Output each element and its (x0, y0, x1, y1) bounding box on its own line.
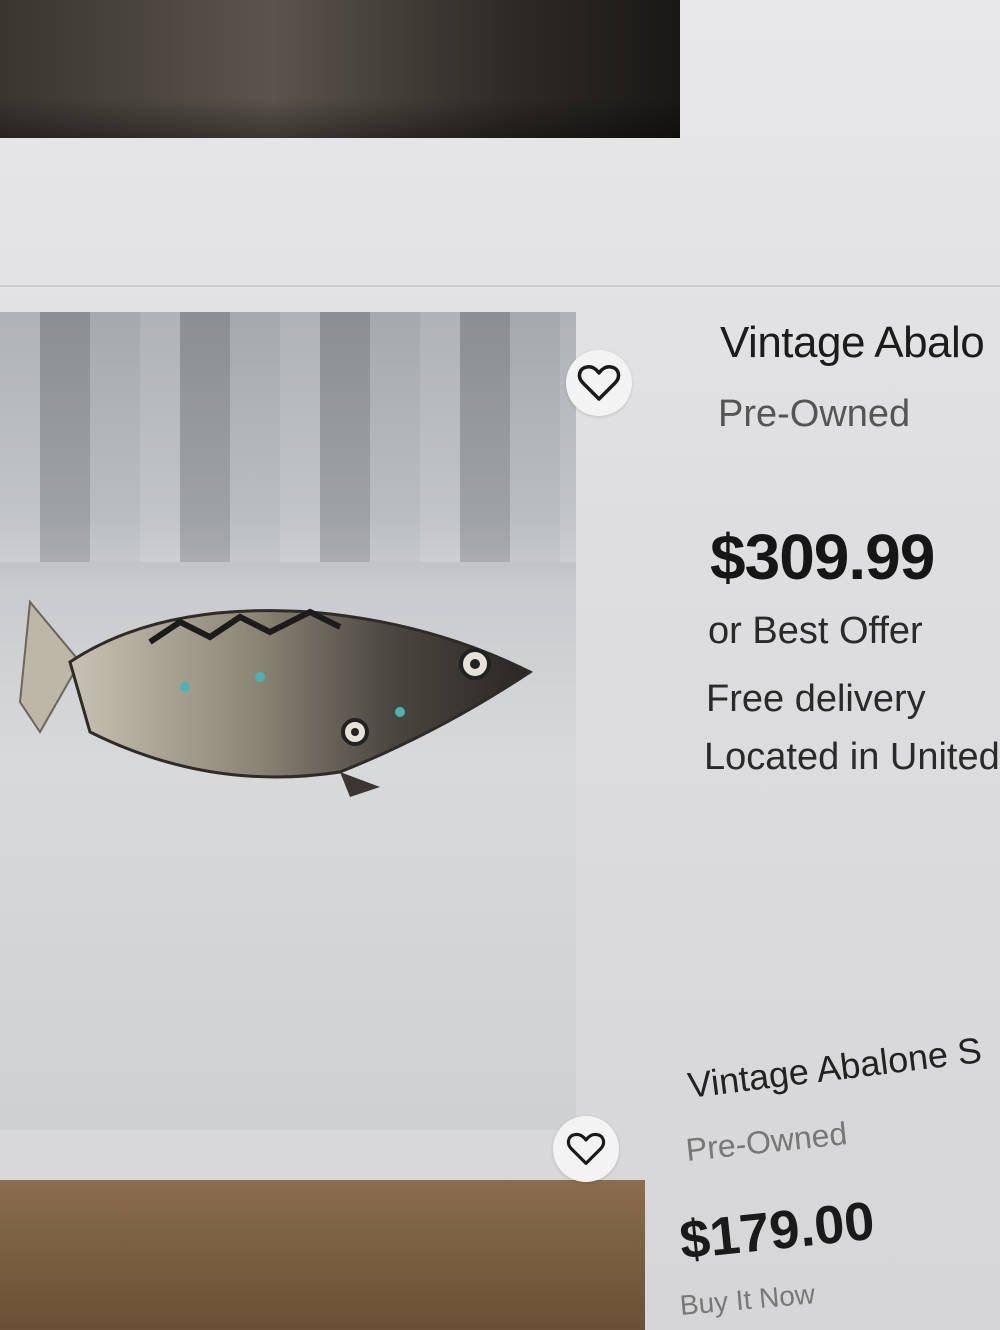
watch-button[interactable] (553, 1116, 619, 1182)
listing-condition: Pre-Owned (718, 393, 911, 435)
listing-delivery: Free delivery (706, 678, 926, 720)
watch-button[interactable] (566, 350, 632, 416)
listing-price: $309.99 (710, 521, 935, 593)
heart-icon (577, 365, 621, 401)
listing-title[interactable]: Vintage Abalo (720, 318, 985, 368)
search-results-screen: Vintage Abalo Pre-Owned $309.99 or Best … (0, 0, 1000, 1330)
listing-offer-format: or Best Offer (708, 610, 923, 652)
listing-location: Located in United (704, 736, 1000, 778)
heart-icon (566, 1132, 606, 1165)
listing-image[interactable] (0, 1180, 645, 1330)
image-background-curtain (0, 312, 576, 562)
listing-image[interactable] (0, 312, 576, 1130)
abalone-fish-figurine (18, 599, 533, 797)
